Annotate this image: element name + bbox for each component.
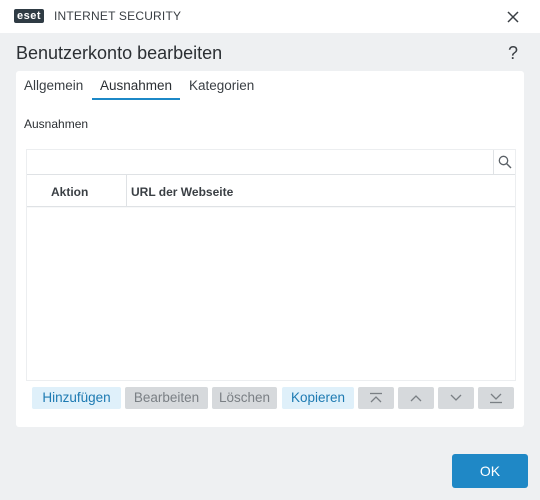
move-to-top-icon [370, 392, 382, 403]
close-icon [507, 11, 519, 23]
section-label: Ausnahmen [24, 117, 89, 131]
table-header: Aktion URL der Webseite [27, 175, 515, 207]
move-to-bottom-button[interactable] [478, 387, 514, 409]
ok-button[interactable]: OK [452, 454, 528, 488]
tab-allgemein[interactable]: Allgemein [24, 78, 83, 94]
tab-ausnahmen[interactable]: Ausnahmen [100, 78, 172, 94]
delete-button[interactable]: Löschen [212, 387, 277, 409]
table-search-row [27, 150, 515, 175]
active-tab-indicator [92, 98, 180, 100]
eset-logo: eset [14, 9, 45, 23]
title-bar: eset INTERNET SECURITY [0, 0, 540, 33]
column-divider[interactable] [126, 175, 127, 206]
dialog-title: Benutzerkonto bearbeiten [16, 43, 223, 63]
table-body[interactable] [27, 208, 515, 380]
search-icon [498, 155, 511, 169]
copy-button[interactable]: Kopieren [282, 387, 354, 409]
chevron-down-icon [450, 394, 462, 401]
column-header-url[interactable]: URL der Webseite [131, 185, 233, 199]
content-panel: Allgemein Ausnahmen Kategorien Ausnahmen… [16, 71, 524, 427]
close-button[interactable] [502, 6, 524, 28]
tab-bar: Allgemein Ausnahmen Kategorien [16, 71, 524, 101]
add-button[interactable]: Hinzufügen [32, 387, 121, 409]
move-up-button[interactable] [398, 387, 434, 409]
dialog-window: eset INTERNET SECURITY Benutzerkonto bea… [0, 0, 540, 500]
chevron-up-icon [410, 395, 422, 402]
tab-kategorien[interactable]: Kategorien [189, 78, 254, 94]
move-to-bottom-icon [490, 393, 502, 404]
app-name: INTERNET SECURITY [54, 9, 182, 23]
column-header-aktion[interactable]: Aktion [51, 185, 88, 199]
edit-button[interactable]: Bearbeiten [125, 387, 208, 409]
move-to-top-button[interactable] [358, 387, 394, 409]
exceptions-table: Aktion URL der Webseite [26, 149, 516, 381]
search-button[interactable] [493, 150, 515, 174]
move-down-button[interactable] [438, 387, 474, 409]
table-action-bar: Hinzufügen Bearbeiten Löschen Kopieren [32, 387, 520, 411]
help-button[interactable]: ? [508, 42, 518, 64]
